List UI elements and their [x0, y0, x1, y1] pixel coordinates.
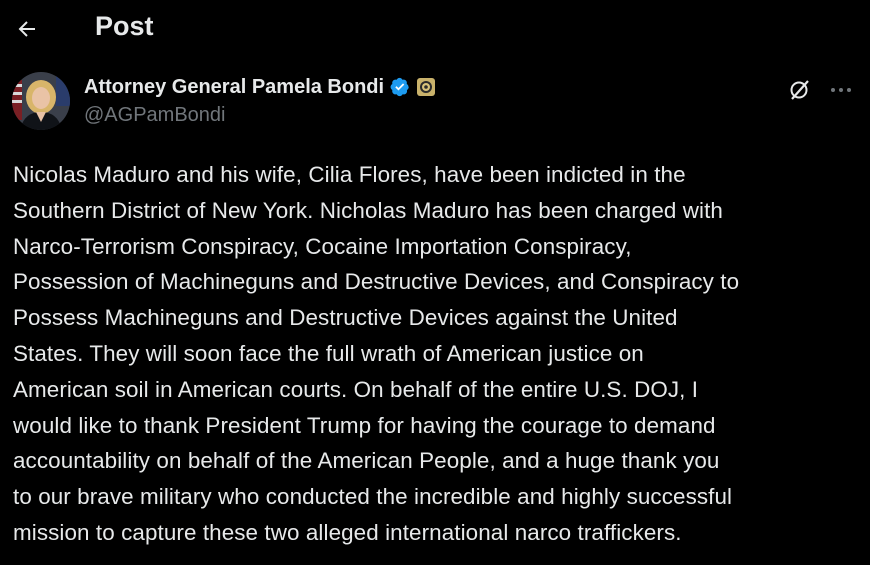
profile-avatar: [12, 72, 70, 130]
author-handle[interactable]: @AGPamBondi: [84, 104, 225, 127]
author-display-name[interactable]: Attorney General Pamela Bondi: [84, 76, 384, 99]
post-text-line: Nicolas Maduro and his wife, Cilia Flore…: [13, 162, 686, 187]
grok-icon: [790, 80, 809, 100]
grok-button[interactable]: [786, 76, 814, 104]
arrow-left-icon: [18, 21, 35, 37]
more-options-icon: [831, 88, 851, 92]
post-text-line: Possess Machineguns and Destructive Devi…: [13, 305, 678, 331]
verified-check-icon[interactable]: [390, 77, 410, 97]
post-text-line: Narco-Terrorism Conspiracy, Cocaine Impo…: [13, 233, 632, 259]
post-text-line: American soil in American courts. On beh…: [13, 376, 699, 402]
post-text-line: Possession of Machineguns and Destructiv…: [13, 269, 740, 295]
post-text-line: Southern District of New York. Nicholas …: [13, 197, 723, 223]
government-seal-icon[interactable]: [416, 77, 436, 97]
avatar[interactable]: [12, 72, 70, 130]
post-text-line: mission to capture these two alleged int…: [13, 519, 682, 545]
back-button[interactable]: [10, 12, 44, 46]
post-text-line: to our brave military who conducted the …: [13, 484, 733, 510]
post-text-line: States. They will soon face the full wra…: [13, 340, 644, 366]
author-name-row: Attorney General Pamela Bondi: [84, 73, 436, 101]
more-options-button[interactable]: [826, 76, 856, 104]
post-header: Post: [0, 0, 870, 58]
page-title: Post: [95, 11, 154, 41]
post-text-line: accountability on behalf of the American…: [13, 448, 720, 474]
post-body: Nicolas Maduro and his wife, Cilia Flore…: [13, 157, 863, 551]
post-text-line: would like to thank President Trump for …: [13, 412, 716, 438]
